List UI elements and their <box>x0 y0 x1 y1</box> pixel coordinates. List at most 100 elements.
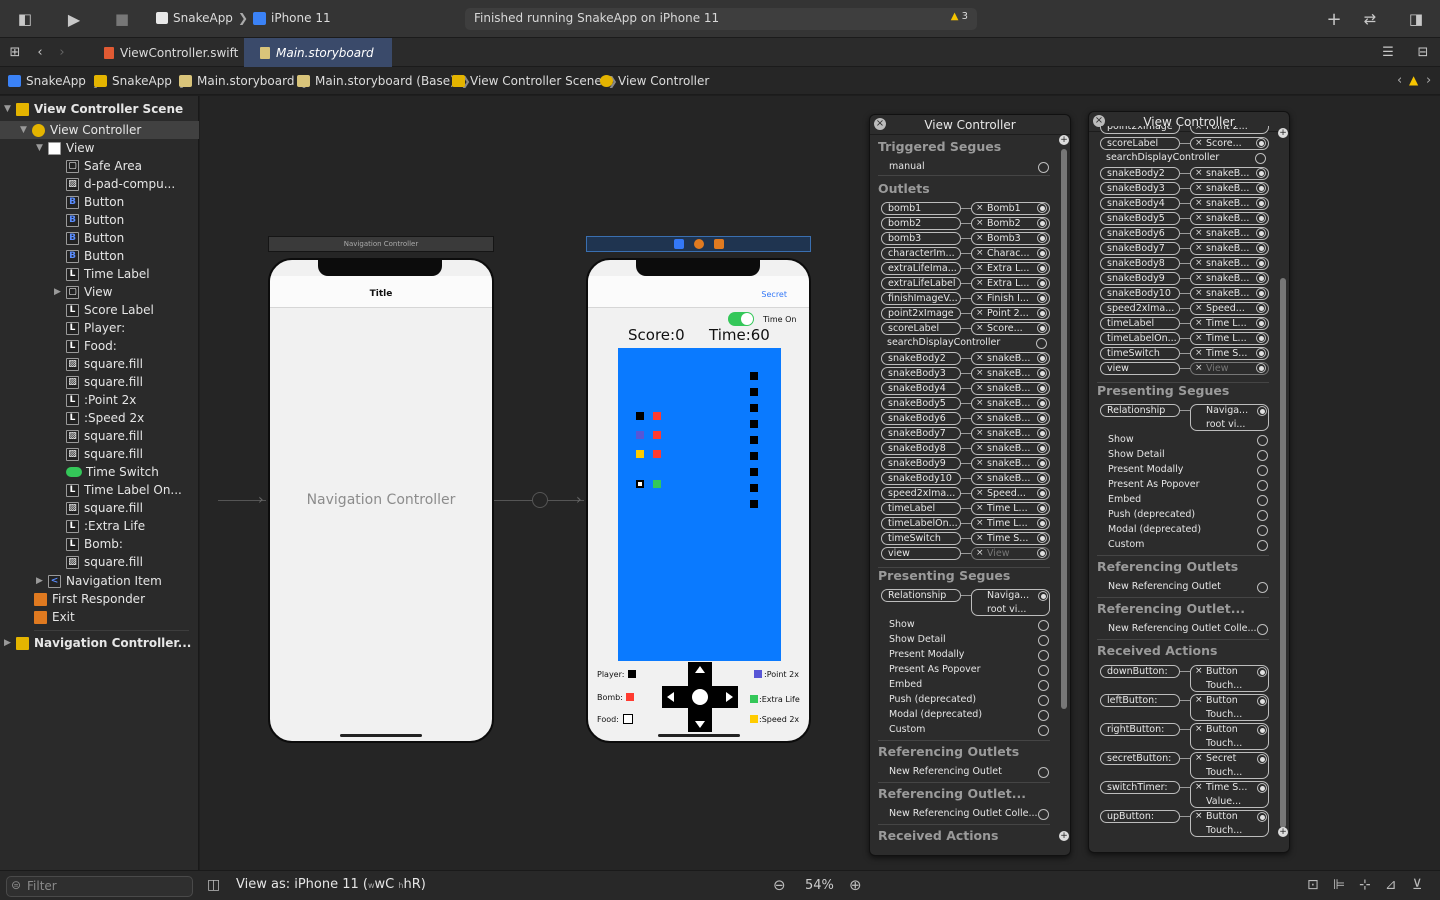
tab-main-storyboard[interactable]: Main.storyboard <box>244 38 392 67</box>
outline-item[interactable]: L Score Label <box>66 301 154 319</box>
connection-radio[interactable] <box>1257 812 1267 822</box>
outline-item[interactable]: B Button <box>66 211 124 229</box>
scrollbar[interactable]: + + <box>1278 128 1288 850</box>
connection-radio[interactable] <box>1257 725 1267 735</box>
resolve-issues-icon[interactable]: ⊿ <box>1385 877 1397 893</box>
connection-radio[interactable] <box>1257 754 1267 764</box>
connection-radio[interactable] <box>1037 233 1047 243</box>
connection-radio[interactable] <box>1038 809 1049 820</box>
align-icon[interactable]: ⊫ <box>1333 877 1345 893</box>
breadcrumb-project[interactable]: SnakeApp❯ <box>8 74 108 88</box>
outline-view[interactable]: ▼ View <box>36 139 94 157</box>
connection-radio[interactable] <box>1255 153 1266 164</box>
view-as-button[interactable]: View as: iPhone 11 (wwC hhR) <box>236 877 426 892</box>
connection-radio[interactable] <box>1037 503 1047 513</box>
connection-radio[interactable] <box>1038 710 1049 721</box>
connection-radio[interactable] <box>1038 680 1049 691</box>
back-icon[interactable]: ‹ <box>30 42 50 62</box>
connection-radio[interactable] <box>1256 318 1266 328</box>
left-button[interactable] <box>662 686 686 708</box>
scroll-thumb[interactable] <box>1280 278 1286 828</box>
connection-radio[interactable] <box>1257 624 1268 635</box>
connection-radio[interactable] <box>1037 473 1047 483</box>
sidebar-toggle-icon[interactable]: ◧ <box>15 9 35 29</box>
connection-radio[interactable] <box>1256 183 1266 193</box>
secret-button[interactable]: Secret <box>761 290 787 299</box>
exit-icon[interactable] <box>714 239 724 249</box>
outline-first-responder[interactable]: First Responder <box>34 590 145 608</box>
outline-view-controller[interactable]: ▼ View Controller <box>20 121 141 139</box>
code-review-icon[interactable]: ⇄ <box>1360 9 1380 29</box>
connection-radio[interactable] <box>1038 767 1049 778</box>
connection-radio[interactable] <box>1256 273 1266 283</box>
view-controller-icon[interactable] <box>674 239 684 249</box>
run-icon[interactable]: ▶ <box>64 9 84 29</box>
connection-radio[interactable] <box>1037 518 1047 528</box>
connection-radio[interactable] <box>1037 278 1047 288</box>
outline-item[interactable]: ▨ square.fill <box>66 499 143 517</box>
outline-scene[interactable]: ▼ View Controller Scene <box>4 100 183 118</box>
connection-radio[interactable] <box>1257 450 1268 461</box>
outline-item[interactable]: L:Extra Life <box>66 517 145 535</box>
forward-icon[interactable]: › <box>52 42 72 62</box>
warning-badge[interactable]: ▲ 3 <box>951 11 968 22</box>
connection-radio[interactable] <box>1257 510 1268 521</box>
outlet-target-cut[interactable]: Point 2... <box>1190 126 1269 134</box>
outline-item[interactable]: ▶ ▢ View <box>54 283 112 301</box>
outline-item[interactable]: B Button <box>66 229 124 247</box>
connection-radio[interactable] <box>1037 428 1047 438</box>
connection-radio[interactable] <box>1256 348 1266 358</box>
connection-radio[interactable] <box>1037 248 1047 258</box>
connection-radio[interactable] <box>1038 591 1048 601</box>
connection-radio[interactable] <box>1037 458 1047 468</box>
outline-toggle-icon[interactable]: ◫ <box>207 877 220 893</box>
connection-radio[interactable] <box>1257 540 1268 551</box>
connection-radio[interactable] <box>1257 696 1267 706</box>
close-icon[interactable]: × <box>1195 753 1203 763</box>
connection-radio[interactable] <box>1257 435 1268 446</box>
outline-item[interactable]: L Player: <box>66 319 125 337</box>
connection-radio[interactable] <box>1038 162 1049 173</box>
scrollbar[interactable]: + + <box>1059 135 1069 855</box>
filter-field[interactable]: ⊜ Filter <box>6 876 193 897</box>
connection-radio[interactable] <box>1256 228 1266 238</box>
outline-item[interactable]: ▨ square.fill <box>66 355 143 373</box>
outline-exit[interactable]: Exit <box>34 608 75 626</box>
outline-item[interactable]: ▢ Safe Area <box>66 157 142 175</box>
connection-radio[interactable] <box>1038 635 1049 646</box>
nav-controller-phone[interactable]: Title Navigation Controller <box>268 258 494 743</box>
down-button[interactable] <box>684 708 708 732</box>
add-icon[interactable]: + <box>1059 135 1069 145</box>
add-icon[interactable]: + <box>1324 9 1344 30</box>
outline-item[interactable]: ▨ d-pad-compu... <box>66 175 175 193</box>
outline-item[interactable]: ▨ square.fill <box>66 427 143 445</box>
grid-icon[interactable]: ⊞ <box>5 42 25 62</box>
outline-item[interactable]: L:Point 2x <box>66 391 136 409</box>
embed-in-icon[interactable]: ⊻ <box>1412 877 1422 893</box>
breadcrumb-storyboard[interactable]: Main.storyboard❯ <box>179 74 317 88</box>
connection-radio[interactable] <box>1256 213 1266 223</box>
connection-radio[interactable] <box>1037 263 1047 273</box>
game-phone[interactable]: Secret Time On Score:0 Time:60 Player: B… <box>586 258 811 743</box>
outline-nav-scene[interactable]: ▶ Navigation Controller... <box>4 634 191 652</box>
previous-issue-icon[interactable]: ‹ <box>1397 73 1402 88</box>
connection-radio[interactable] <box>1256 243 1266 253</box>
segue-icon[interactable] <box>532 492 548 508</box>
right-button[interactable] <box>712 686 736 708</box>
stop-icon[interactable]: ■ <box>112 9 132 29</box>
connection-radio[interactable] <box>1037 548 1047 558</box>
breadcrumb-storyboard-base[interactable]: Main.storyboard (Base) ❯ <box>297 74 477 88</box>
outline-item[interactable]: L Bomb: <box>66 535 123 553</box>
scheme-selector[interactable]: SnakeApp ❯ iPhone 11 <box>156 11 331 25</box>
vc-scene-dock[interactable] <box>586 236 811 252</box>
scroll-thumb[interactable] <box>1061 149 1067 709</box>
connection-radio[interactable] <box>1037 293 1047 303</box>
connection-radio[interactable] <box>1256 258 1266 268</box>
connection-radio[interactable] <box>1037 443 1047 453</box>
connection-radio[interactable] <box>1038 695 1049 706</box>
close-icon[interactable]: × <box>1195 782 1203 792</box>
connection-radio[interactable] <box>1256 288 1266 298</box>
connection-radio[interactable] <box>1257 495 1268 506</box>
breadcrumb-scene[interactable]: View Controller Scene❯ <box>452 74 624 88</box>
breadcrumb-view-controller[interactable]: View Controller <box>600 74 709 88</box>
